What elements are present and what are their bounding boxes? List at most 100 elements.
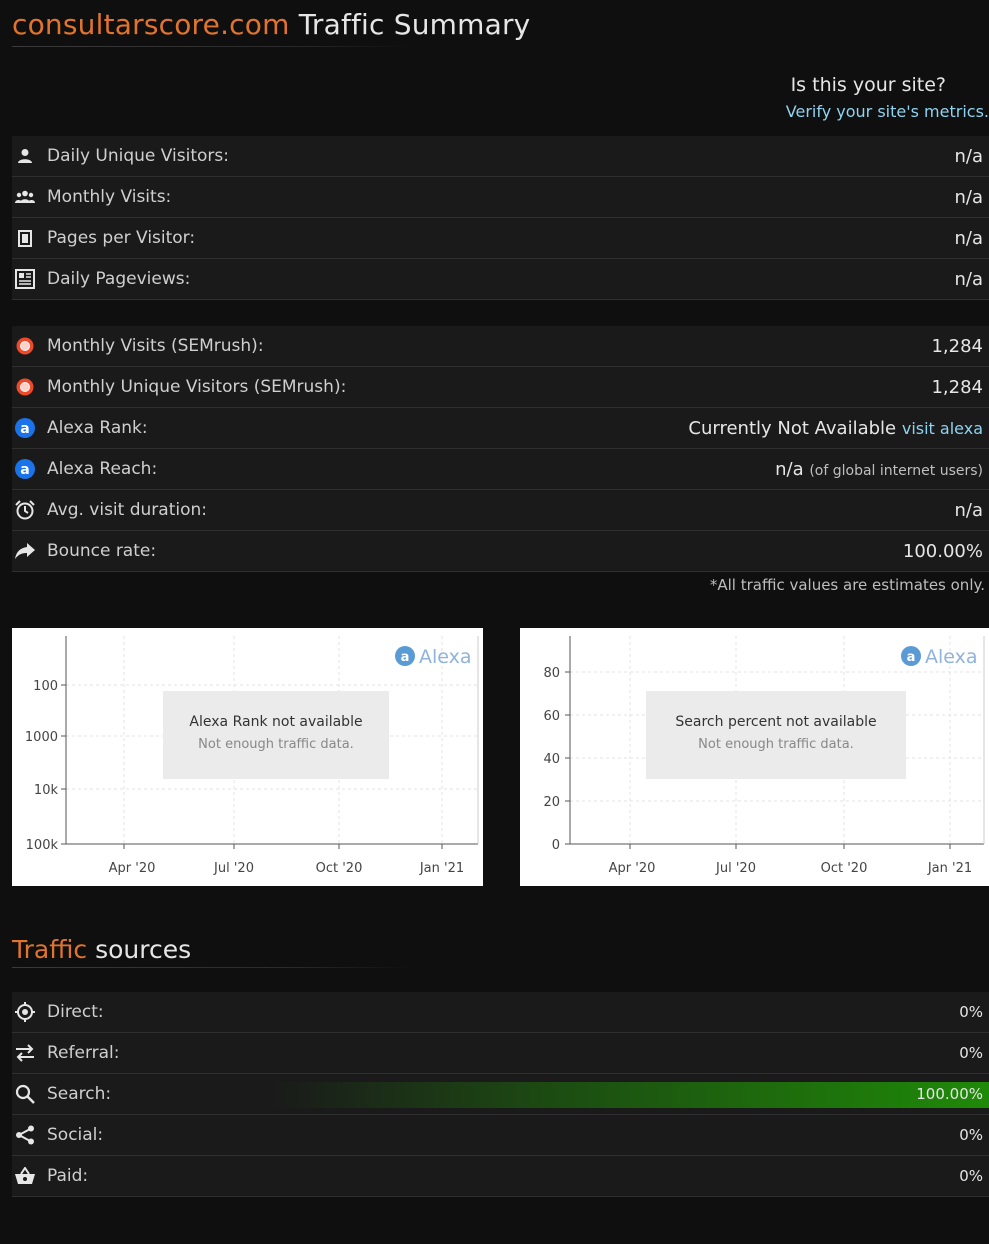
metric-value: 1,284 xyxy=(931,376,983,398)
search-icon xyxy=(13,1082,37,1106)
chart-message: Alexa Rank not available xyxy=(189,714,362,730)
source-value: 100.00% xyxy=(916,1085,983,1103)
verify-box: Is this your site? Verify your site's me… xyxy=(786,74,989,121)
page-title: consultarscore.com Traffic Summary xyxy=(12,8,530,41)
source-row-search: Search: 100.00% xyxy=(12,1074,989,1115)
metric-value: n/a xyxy=(954,268,983,290)
metric-row-semrush-unique: Monthly Unique Visitors (SEMrush): 1,284 xyxy=(12,367,989,408)
title-divider xyxy=(12,46,410,47)
site-name: consultarscore.com xyxy=(12,8,290,41)
alexa-reach-value: n/a xyxy=(775,458,804,480)
source-value: 0% xyxy=(959,1044,983,1062)
source-value: 0% xyxy=(959,1167,983,1185)
newspaper-icon xyxy=(13,267,37,291)
share-icon xyxy=(13,1123,37,1147)
visit-alexa-link[interactable]: visit alexa xyxy=(902,419,983,438)
alexa-logo-glyph: a xyxy=(401,650,410,665)
exchange-icon xyxy=(13,1041,37,1065)
svg-text:a: a xyxy=(20,462,29,478)
source-row-paid: Paid: 0% xyxy=(12,1156,989,1197)
source-label: Search: xyxy=(47,1084,112,1104)
alarm-clock-icon xyxy=(13,498,37,522)
traffic-sources-list: Direct: 0% Referral: 0% Search: 100.00% … xyxy=(12,992,989,1197)
y-tick-label: 0 xyxy=(552,838,560,853)
y-tick-label: 80 xyxy=(543,666,560,681)
metric-label: Pages per Visitor: xyxy=(47,228,196,248)
page-icon xyxy=(13,226,37,250)
metric-label: Daily Pageviews: xyxy=(47,269,191,289)
x-tick-label: Apr '20 xyxy=(609,861,656,876)
metric-value: n/a (of global internet users) xyxy=(775,459,983,480)
x-tick-label: Jul '20 xyxy=(715,861,756,876)
metric-row-bounce-rate: Bounce rate: 100.00% xyxy=(12,531,989,572)
metric-value: n/a xyxy=(954,186,983,208)
target-icon xyxy=(13,1000,37,1024)
metrics-group-1: Daily Unique Visitors: n/a Monthly Visit… xyxy=(12,136,989,300)
y-tick-label: 1000 xyxy=(25,730,58,745)
alexa-brand: Alexa xyxy=(419,646,472,668)
y-tick-label: 100 xyxy=(33,679,58,694)
source-value: 0% xyxy=(959,1003,983,1021)
sources-divider xyxy=(12,967,410,968)
claim-question: Is this your site? xyxy=(790,74,946,96)
source-row-referral: Referral: 0% xyxy=(12,1033,989,1074)
metric-label: Monthly Visits: xyxy=(47,187,172,207)
estimates-note: *All traffic values are estimates only. xyxy=(709,576,985,594)
metric-row-monthly-visits: Monthly Visits: n/a xyxy=(12,177,989,218)
metric-value: Currently Not Available visit alexa xyxy=(688,418,983,439)
metric-label: Monthly Visits (SEMrush): xyxy=(47,336,264,356)
x-tick-label: Oct '20 xyxy=(821,861,868,876)
metric-value: n/a xyxy=(954,145,983,167)
source-label: Referral: xyxy=(47,1043,120,1063)
search-percent-chart: 80 60 40 20 0 Apr '20 Jul '20 Oct '20 Ja… xyxy=(520,628,989,886)
metric-value: n/a xyxy=(954,499,983,521)
source-label: Direct: xyxy=(47,1002,104,1022)
chart-submessage: Not enough traffic data. xyxy=(198,737,354,752)
x-tick-label: Jan '21 xyxy=(419,861,464,876)
chart-submessage: Not enough traffic data. xyxy=(698,737,854,752)
source-row-direct: Direct: 0% xyxy=(12,992,989,1033)
no-data-box xyxy=(163,691,389,779)
alexa-brand: Alexa xyxy=(925,646,978,668)
y-tick-label: 20 xyxy=(543,795,560,810)
source-value: 0% xyxy=(959,1126,983,1144)
metric-row-daily-unique-visitors: Daily Unique Visitors: n/a xyxy=(12,136,989,177)
alexa-logo-glyph: a xyxy=(907,650,916,665)
user-icon xyxy=(13,144,37,168)
source-label: Social: xyxy=(47,1125,104,1145)
x-tick-label: Oct '20 xyxy=(316,861,363,876)
metric-row-daily-pageviews: Daily Pageviews: n/a xyxy=(12,259,989,300)
metric-label: Monthly Unique Visitors (SEMrush): xyxy=(47,377,347,397)
share-arrow-icon xyxy=(13,539,37,563)
x-tick-label: Apr '20 xyxy=(109,861,156,876)
metrics-group-2: Monthly Visits (SEMrush): 1,284 Monthly … xyxy=(12,326,989,572)
metric-label: Alexa Reach: xyxy=(47,459,158,479)
metric-value: 1,284 xyxy=(931,335,983,357)
page-title-text: Traffic Summary xyxy=(298,8,531,41)
x-tick-label: Jul '20 xyxy=(213,861,254,876)
metric-label: Alexa Rank: xyxy=(47,418,148,438)
alexa-reach-suffix: (of global internet users) xyxy=(809,462,983,479)
y-tick-label: 10k xyxy=(34,783,59,798)
source-label: Paid: xyxy=(47,1166,89,1186)
semrush-icon xyxy=(13,375,37,399)
alexa-rank-chart: 100 1000 10k 100k Apr '20 Jul '20 Oct '2… xyxy=(12,628,483,886)
traffic-sources-title-hl: Traffic xyxy=(12,935,88,964)
metric-row-semrush-visits: Monthly Visits (SEMrush): 1,284 xyxy=(12,326,989,367)
no-data-box xyxy=(646,691,906,779)
x-tick-label: Jan '21 xyxy=(927,861,972,876)
alexa-rank-value: Currently Not Available xyxy=(688,417,897,439)
y-tick-label: 60 xyxy=(543,709,560,724)
basket-icon xyxy=(13,1164,37,1188)
source-row-social: Social: 0% xyxy=(12,1115,989,1156)
alexa-logo: a Alexa xyxy=(901,646,978,668)
semrush-icon xyxy=(13,334,37,358)
alexa-icon: a xyxy=(13,457,37,481)
verify-metrics-link[interactable]: Verify your site's metrics. xyxy=(786,102,989,121)
metric-value: n/a xyxy=(954,227,983,249)
traffic-sources-title: Traffic sources xyxy=(12,935,191,964)
metric-label: Avg. visit duration: xyxy=(47,500,207,520)
metric-value: 100.00% xyxy=(902,540,983,562)
metric-label: Daily Unique Visitors: xyxy=(47,146,229,166)
alexa-icon: a xyxy=(13,416,37,440)
